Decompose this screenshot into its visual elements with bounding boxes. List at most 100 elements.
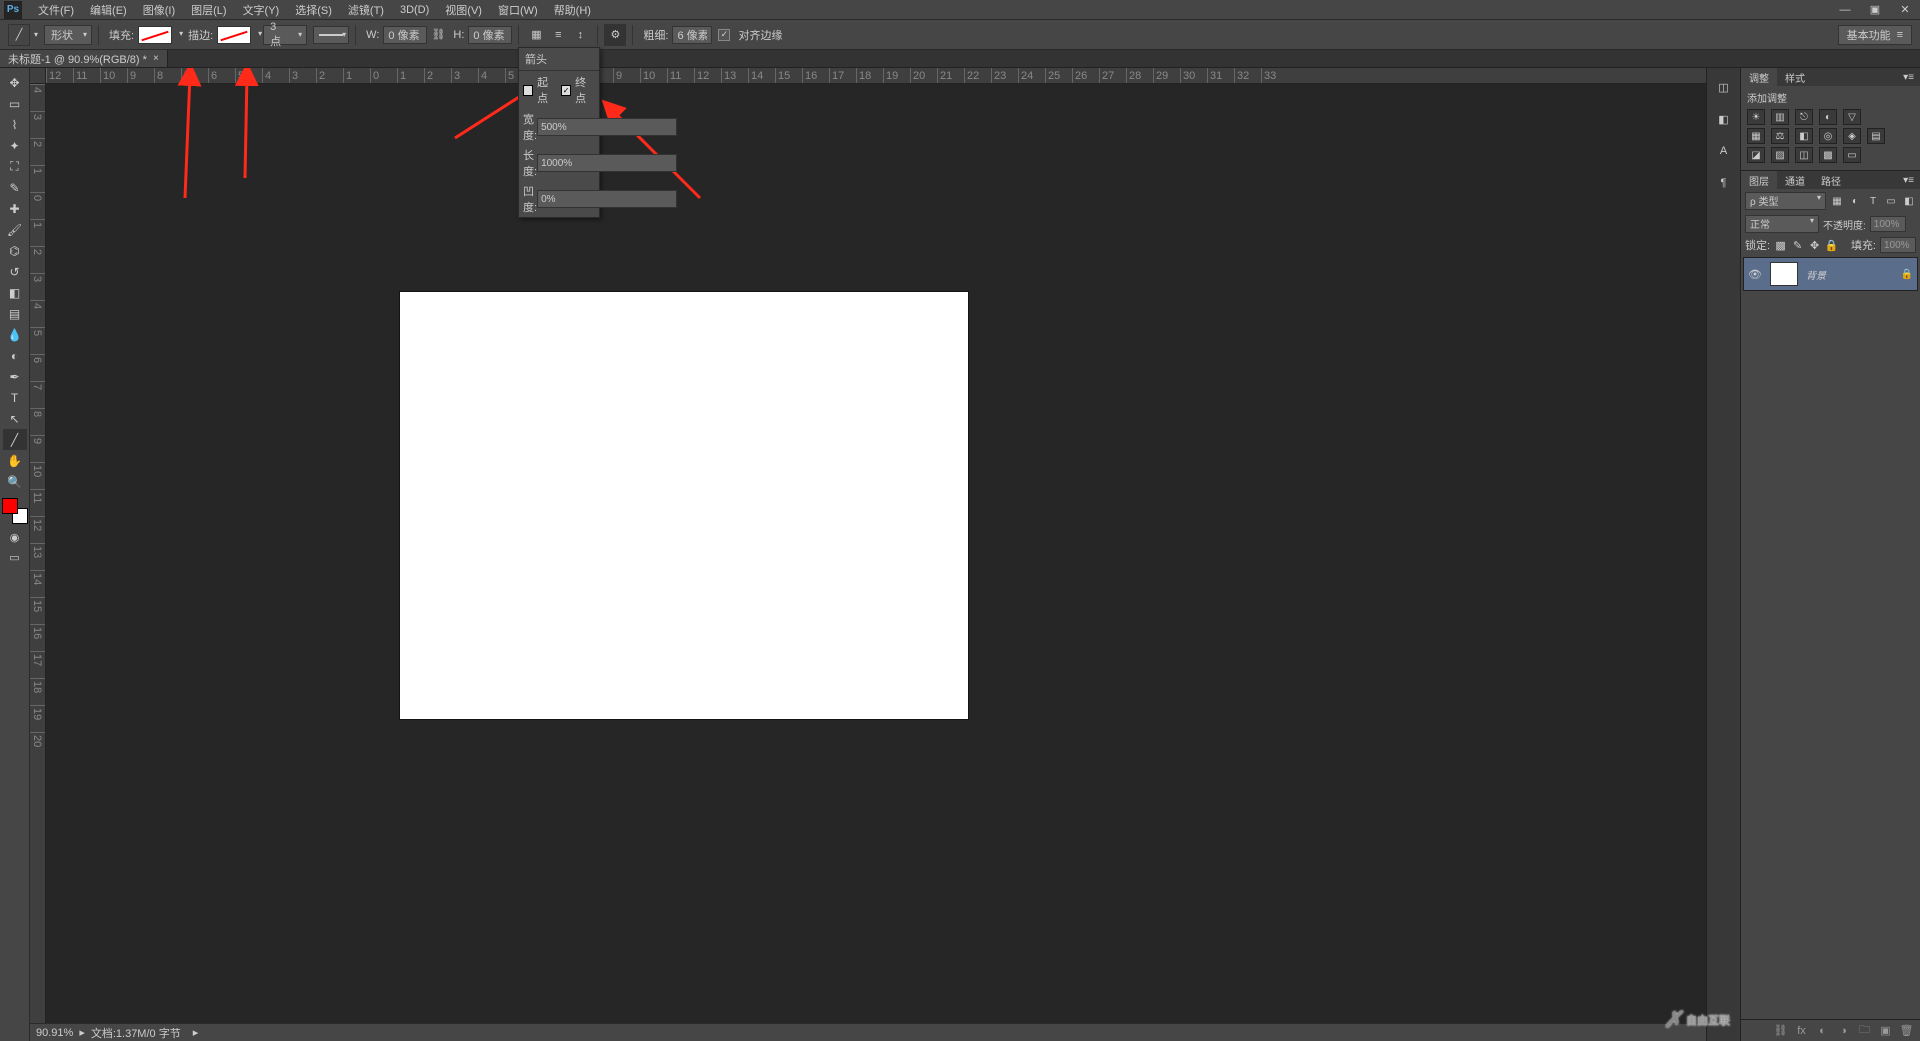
visibility-icon[interactable]: 👁: [1748, 268, 1762, 281]
paragraph-panel-icon[interactable]: ¶: [1713, 172, 1735, 194]
stroke-width-dropdown[interactable]: 3 点: [263, 25, 307, 45]
lock-all-icon[interactable]: 🔒: [1825, 239, 1838, 252]
pen-tool[interactable]: ✒: [3, 366, 27, 387]
marquee-tool[interactable]: ▭: [3, 93, 27, 114]
threshold-icon[interactable]: ◫: [1795, 147, 1813, 163]
menu-3d[interactable]: 3D(D): [392, 2, 437, 18]
layer-filter-kind[interactable]: ρ 类型: [1745, 192, 1826, 210]
lock-position-icon[interactable]: ✥: [1808, 239, 1821, 252]
menu-layer[interactable]: 图层(L): [183, 0, 234, 20]
healing-tool[interactable]: ✚: [3, 198, 27, 219]
filter-adjust-icon[interactable]: ◐: [1848, 194, 1862, 208]
align-edges-checkbox[interactable]: ✓: [718, 29, 730, 41]
lock-transparency-icon[interactable]: ▩: [1774, 239, 1787, 252]
bw-icon[interactable]: ◧: [1795, 128, 1813, 144]
channel-mixer-icon[interactable]: ◈: [1843, 128, 1861, 144]
color-swatches[interactable]: [2, 498, 28, 524]
canvas[interactable]: [400, 292, 968, 719]
layer-thumbnail[interactable]: [1770, 262, 1798, 286]
crop-tool[interactable]: ⛶: [3, 156, 27, 177]
stroke-style-dropdown[interactable]: [313, 26, 349, 44]
filter-smart-icon[interactable]: ◧: [1902, 194, 1916, 208]
lock-pixels-icon[interactable]: ✎: [1791, 239, 1804, 252]
layer-row-background[interactable]: 👁 背景 🔒: [1743, 257, 1918, 291]
new-adjust-icon[interactable]: ◑: [1836, 1025, 1851, 1037]
menu-edit[interactable]: 编辑(E): [82, 0, 135, 20]
document-info[interactable]: 文档:1.37M/0 字节: [91, 1025, 181, 1041]
lookup-icon[interactable]: ▤: [1867, 128, 1885, 144]
minimize-button[interactable]: —: [1830, 0, 1860, 20]
history-panel-icon[interactable]: ◫: [1713, 76, 1735, 98]
path-align-icon[interactable]: ≡: [547, 24, 569, 46]
menu-type[interactable]: 文字(Y): [235, 0, 288, 20]
close-button[interactable]: ✕: [1890, 0, 1920, 20]
width-input[interactable]: [383, 26, 427, 44]
eyedropper-tool[interactable]: ✎: [3, 177, 27, 198]
color-panel-icon[interactable]: ◧: [1713, 108, 1735, 130]
screen-mode-icon[interactable]: ▭: [3, 548, 27, 566]
vertical-ruler[interactable]: 432101234567891011121314151617181920: [30, 84, 46, 1041]
shape-mode-dropdown[interactable]: 形状: [44, 25, 92, 45]
channels-tab[interactable]: 通道: [1777, 171, 1813, 190]
menu-image[interactable]: 图像(I): [135, 0, 183, 20]
new-group-icon[interactable]: 🗀: [1857, 1021, 1872, 1040]
link-wh-icon[interactable]: ⛓: [427, 24, 449, 46]
blur-tool[interactable]: 💧: [3, 324, 27, 345]
wand-tool[interactable]: ✦: [3, 135, 27, 156]
path-select-tool[interactable]: ↖: [3, 408, 27, 429]
selective-icon[interactable]: ▩: [1819, 147, 1837, 163]
document-tab[interactable]: 未标题-1 @ 90.9%(RGB/8) * ×: [0, 50, 168, 67]
horizontal-ruler[interactable]: 1211109876543210123456789101112131415161…: [46, 68, 1706, 84]
zoom-tool[interactable]: 🔍: [3, 471, 27, 492]
restore-button[interactable]: ▣: [1860, 0, 1890, 20]
brightness-icon[interactable]: ☀: [1747, 109, 1765, 125]
photo-filter-icon[interactable]: ◎: [1819, 128, 1837, 144]
brush-tool[interactable]: 🖌: [3, 219, 27, 240]
menu-select[interactable]: 选择(S): [287, 0, 340, 20]
menu-help[interactable]: 帮助(H): [546, 0, 599, 20]
stroke-swatch[interactable]: [217, 26, 251, 44]
arrow-length-input[interactable]: [537, 154, 677, 172]
gear-icon[interactable]: ⚙: [604, 24, 626, 46]
height-input[interactable]: [468, 26, 512, 44]
move-tool[interactable]: ✥: [3, 72, 27, 93]
gradient-map-icon[interactable]: ▭: [1843, 147, 1861, 163]
arrow-concave-input[interactable]: [537, 190, 677, 208]
curves-icon[interactable]: ⎋: [1795, 109, 1813, 125]
foreground-color[interactable]: [2, 498, 18, 514]
zoom-level[interactable]: 90.91%: [36, 1027, 73, 1039]
end-checkbox[interactable]: ✓: [561, 85, 571, 96]
layers-tab[interactable]: 图层: [1741, 171, 1777, 190]
canvas-area[interactable]: 1211109876543210123456789101112131415161…: [30, 68, 1706, 1041]
stamp-tool[interactable]: ⌬: [3, 240, 27, 261]
filter-pixel-icon[interactable]: ▦: [1830, 194, 1844, 208]
hue-icon[interactable]: ▦: [1747, 128, 1765, 144]
balance-icon[interactable]: ⚖: [1771, 128, 1789, 144]
gradient-tool[interactable]: ▤: [3, 303, 27, 324]
panel-menu-icon[interactable]: ▾≡: [1897, 72, 1920, 83]
ruler-origin[interactable]: [30, 68, 46, 84]
history-brush-tool[interactable]: ↺: [3, 261, 27, 282]
start-checkbox[interactable]: [523, 85, 533, 96]
arrow-width-input[interactable]: [537, 118, 677, 136]
workspace-switcher[interactable]: 基本功能: [1838, 25, 1912, 45]
mask-icon[interactable]: ◐: [1815, 1025, 1830, 1037]
menu-filter[interactable]: 滤镜(T): [340, 0, 392, 20]
character-panel-icon[interactable]: A: [1713, 140, 1735, 162]
fill-swatch[interactable]: [138, 26, 172, 44]
weight-input[interactable]: [672, 26, 712, 44]
paths-tab[interactable]: 路径: [1813, 171, 1849, 190]
menu-view[interactable]: 视图(V): [437, 0, 490, 20]
levels-icon[interactable]: ▥: [1771, 109, 1789, 125]
dodge-tool[interactable]: ◐: [3, 345, 27, 366]
path-ops-icon[interactable]: ▦: [525, 24, 547, 46]
fx-icon[interactable]: fx: [1794, 1025, 1809, 1037]
vibrance-icon[interactable]: ▽: [1843, 109, 1861, 125]
quick-mask-icon[interactable]: ◉: [3, 528, 27, 546]
layer-name[interactable]: 背景: [1806, 267, 1901, 282]
lasso-tool[interactable]: ⌇: [3, 114, 27, 135]
posterize-icon[interactable]: ▨: [1771, 147, 1789, 163]
fill-opacity-input[interactable]: [1880, 237, 1916, 253]
layers-menu-icon[interactable]: ▾≡: [1897, 175, 1920, 186]
document-tab-close-icon[interactable]: ×: [153, 53, 159, 64]
